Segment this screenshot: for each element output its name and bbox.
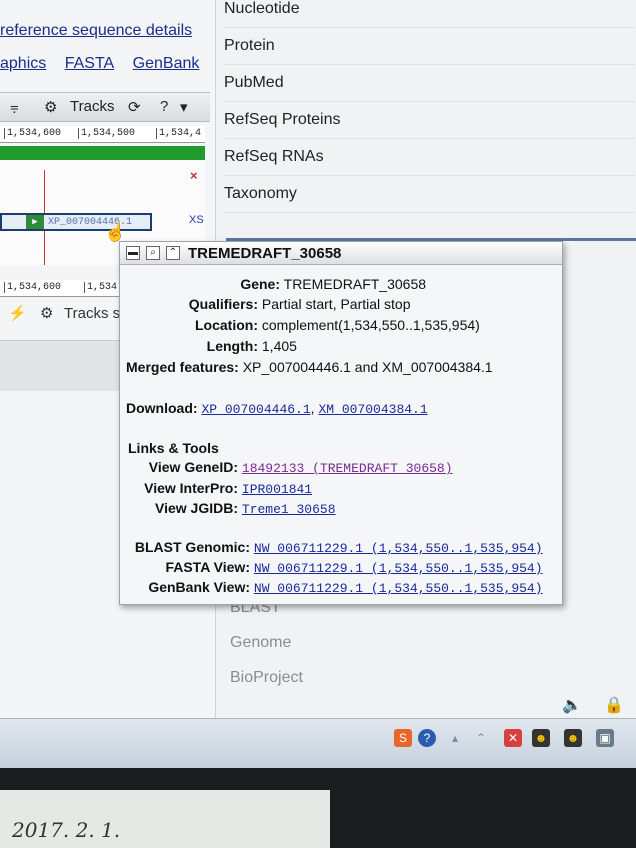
- jgidb-row: View JGIDB: Treme1_30658: [120, 500, 336, 517]
- length-row: Length: 1,405: [120, 338, 297, 354]
- tray-arrow-icon[interactable]: ⌃: [472, 729, 490, 747]
- download-mrna-link[interactable]: XM_007004384.1: [318, 402, 427, 417]
- ruler-top: 1,534,600 1,534,500 1,534,4: [0, 126, 205, 143]
- close-icon[interactable]: ×: [190, 168, 198, 183]
- jgidb-link[interactable]: Treme1_30658: [242, 502, 336, 517]
- location-row: Location: complement(1,534,550..1,535,95…: [120, 317, 480, 333]
- sidebar-item-bioproject[interactable]: BioProject: [230, 660, 303, 695]
- viewer-toolbar: ⩦ ⚙ Tracks ⟳ ? ▾: [0, 92, 210, 122]
- length-label: Length:: [206, 338, 258, 354]
- tracks-button[interactable]: Tracks: [70, 98, 114, 115]
- qualifiers-row: Qualifiers: Partial start, Partial stop: [120, 296, 411, 312]
- download-protein-link[interactable]: XP_007004446.1: [201, 402, 310, 417]
- sidebar-item-pubmed[interactable]: PubMed: [224, 65, 634, 102]
- interpro-link[interactable]: IPR001841: [242, 482, 312, 497]
- qualifiers-label: Qualifiers:: [188, 296, 258, 312]
- chevron-down-icon[interactable]: ▾: [180, 98, 188, 116]
- popup-title: TREMEDRAFT_30658: [188, 245, 342, 262]
- location-value: complement(1,534,550..1,535,954): [261, 317, 480, 333]
- sidebar-item-protein[interactable]: Protein: [224, 28, 634, 65]
- tools-list: BLAST Genome BioProject: [230, 590, 303, 695]
- gene-label: Gene:: [240, 276, 280, 292]
- length-value: 1,405: [261, 338, 297, 354]
- monitor-screen: reference sequence details aphics FASTA …: [0, 0, 636, 768]
- display-icon[interactable]: ▣: [596, 729, 614, 747]
- genbank-label: GenBank View:: [148, 579, 250, 595]
- location-label: Location:: [195, 317, 258, 333]
- sidebar-item-genome[interactable]: Genome: [230, 625, 303, 660]
- qualifiers-value: Partial start, Partial stop: [261, 296, 411, 312]
- fasta-link[interactable]: FASTA: [65, 55, 115, 72]
- taskbar: 🔈 🔒 S ? ▴ ⌃ ✕ ☻ ☻ ▣: [0, 697, 636, 768]
- merged-value: XP_007004446.1 and XM_007004384.1: [242, 359, 493, 375]
- refresh-icon[interactable]: ⟳: [128, 98, 141, 116]
- ruler-tick: 1,534,600: [4, 282, 61, 293]
- xs-label: XS: [189, 214, 204, 226]
- interpro-row: View InterPro: IPR001841: [120, 480, 312, 497]
- gear-icon[interactable]: ⚙: [44, 98, 57, 116]
- ruler-tick: 1,534,500: [78, 128, 135, 139]
- fasta-view-link[interactable]: NW_006711229.1 (1,534,550..1,535,954): [254, 561, 543, 576]
- chevron-up-icon[interactable]: ▴: [446, 729, 464, 747]
- pin-icon[interactable]: ▬: [126, 246, 140, 260]
- geneid-row: View GeneID: 18492133 (TREMEDRAFT_30658): [120, 459, 453, 476]
- interpro-label: View InterPro:: [144, 480, 238, 496]
- tracks-button[interactable]: Tracks s: [64, 305, 120, 322]
- sidebar-item-taxonomy[interactable]: Taxonomy: [224, 176, 634, 213]
- hand-cursor-icon: ☝: [104, 222, 127, 242]
- geneid-label: View GeneID:: [148, 459, 238, 475]
- wand-icon[interactable]: ⚡: [8, 304, 27, 322]
- feature-tooltip-popup: ▬ ⌕ ⌃ TREMEDRAFT_30658 Gene: TREMEDRAFT_…: [119, 241, 563, 605]
- fasta-row: FASTA View: NW_006711229.1 (1,534,550..1…: [120, 559, 543, 576]
- refseq-details-link[interactable]: reference sequence details: [0, 22, 192, 40]
- zoom-fit-icon[interactable]: ⩦: [10, 98, 19, 115]
- qq-icon[interactable]: ☻: [532, 729, 550, 747]
- sequence-track-bar: [0, 146, 205, 160]
- sidebar-item-refseq-rnas[interactable]: RefSeq RNAs: [224, 139, 634, 176]
- links-tools-heading: Links & Tools: [128, 440, 219, 456]
- search-icon[interactable]: ⌕: [146, 246, 160, 260]
- gear-icon[interactable]: ⚙: [40, 304, 53, 322]
- help-tray-icon[interactable]: ?: [418, 729, 436, 747]
- ruler-tick: 1,534,600: [4, 128, 61, 139]
- sidebar-item-refseq-proteins[interactable]: RefSeq Proteins: [224, 102, 634, 139]
- view-links: aphics FASTA GenBank: [0, 55, 213, 73]
- geneid-link[interactable]: 18492133 (TREMEDRAFT_30658): [242, 461, 453, 476]
- speaker-icon[interactable]: 🔈: [562, 695, 582, 715]
- help-button[interactable]: ?: [160, 98, 168, 115]
- gene-row: Gene: TREMEDRAFT_30658: [120, 276, 426, 292]
- ruler-tick: 1,534: [84, 282, 117, 293]
- blast-genomic-link[interactable]: NW_006711229.1 (1,534,550..1,535,954): [254, 541, 543, 556]
- download-label: Download:: [126, 400, 198, 416]
- graphics-link[interactable]: aphics: [0, 55, 46, 72]
- genbank-view-link[interactable]: NW_006711229.1 (1,534,550..1,535,954): [254, 581, 543, 596]
- blast-row: BLAST Genomic: NW_006711229.1 (1,534,550…: [120, 539, 543, 556]
- collapse-icon[interactable]: ⌃: [166, 246, 180, 260]
- qq-icon-2[interactable]: ☻: [564, 729, 582, 747]
- jgidb-label: View JGIDB:: [155, 500, 238, 516]
- genbank-link[interactable]: GenBank: [133, 55, 200, 72]
- app-s-icon[interactable]: S: [394, 729, 412, 747]
- strand-arrow-icon: ▶: [26, 215, 44, 229]
- merged-label: Merged features:: [126, 359, 239, 375]
- download-row: Download: XP_007004446.1, XM_007004384.1: [126, 400, 428, 417]
- paper-note: 2017. 2. 1.: [0, 790, 330, 848]
- gene-value: TREMEDRAFT_30658: [283, 276, 427, 292]
- genbank-row: GenBank View: NW_006711229.1 (1,534,550.…: [120, 579, 543, 596]
- db-list: Nucleotide Protein PubMed RefSeq Protein…: [224, 0, 634, 213]
- popup-header: ▬ ⌕ ⌃ TREMEDRAFT_30658: [120, 242, 562, 265]
- download-separator: ,: [310, 400, 315, 416]
- ruler-tick: 1,534,4: [156, 128, 201, 139]
- network-icon[interactable]: ✕: [504, 729, 522, 747]
- lock-icon[interactable]: 🔒: [604, 695, 624, 715]
- handwritten-date: 2017. 2. 1.: [12, 818, 121, 842]
- fasta-label: FASTA View:: [165, 559, 250, 575]
- blast-label: BLAST Genomic:: [134, 539, 250, 555]
- sidebar-item-nucleotide[interactable]: Nucleotide: [224, 0, 634, 28]
- gene-feature[interactable]: ▶ XP_007004446.1: [0, 213, 152, 231]
- merged-row: Merged features: XP_007004446.1 and XM_0…: [126, 359, 493, 375]
